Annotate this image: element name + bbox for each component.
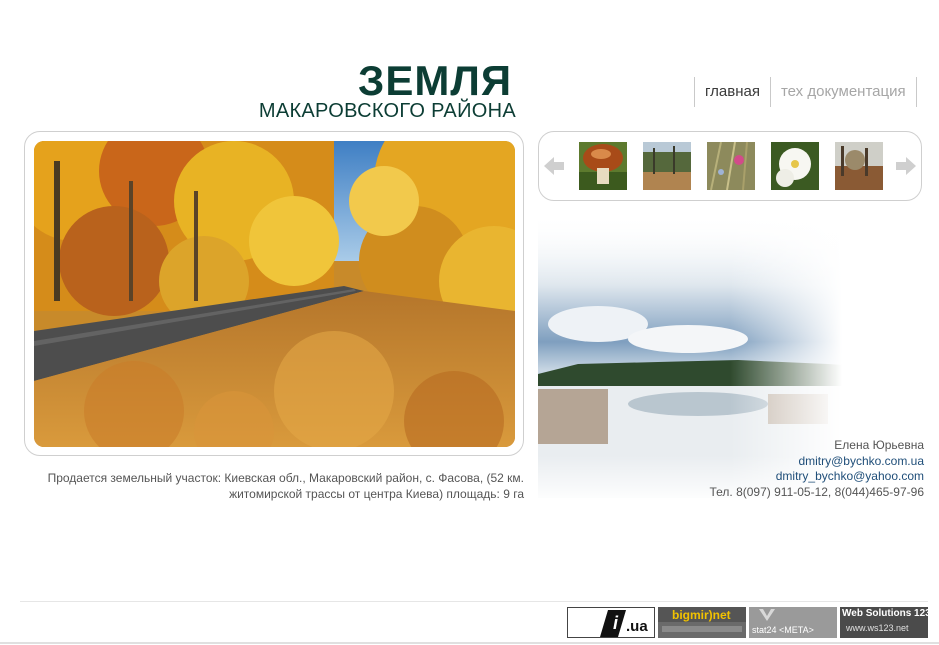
thumbnail-white-flower[interactable]	[771, 142, 819, 190]
thumbnail-mushroom[interactable]	[579, 142, 627, 190]
thumbnail-forest-edge[interactable]	[643, 142, 691, 190]
stat24-meta-counter-badge[interactable]: stat24 <META>	[749, 607, 837, 638]
nav-item-tech-docs[interactable]: тех документация	[771, 78, 916, 106]
thumbnail-autumn-trees[interactable]	[835, 142, 883, 190]
logo-subtitle: МАКАРОВСКОГО РАЙОНА	[258, 100, 516, 122]
contact-phone: Тел. 8(097) 911-05-12, 8(044)465-97-96	[709, 484, 924, 499]
autumn-road-photo	[34, 141, 515, 447]
nav-item-home[interactable]: главная	[695, 78, 770, 106]
contact-info: Елена Юрьевна dmitry@bychko.com.ua dmitr…	[660, 438, 924, 500]
footer-divider	[20, 601, 928, 602]
bottom-divider	[0, 642, 939, 644]
arrow-right-icon[interactable]	[894, 155, 918, 177]
logo-title: ЗЕМЛЯ	[358, 57, 512, 104]
thumbnail-carousel	[538, 131, 922, 201]
ws123-counter-badge[interactable]: Web Solutions 123 www.ws123.net	[840, 607, 928, 638]
arrow-left-icon[interactable]	[542, 155, 566, 177]
property-caption: Продается земельный участок: Киевская об…	[47, 471, 524, 501]
email-link-secondary[interactable]: dmitry_bychko@yahoo.com	[660, 469, 924, 485]
contact-name: Елена Юрьевна	[834, 438, 924, 452]
thumbnail-grass-flowers[interactable]	[707, 142, 755, 190]
main-nav: главная тех документация	[694, 77, 917, 107]
main-photo-frame	[24, 131, 524, 456]
email-link-primary[interactable]: dmitry@bychko.com.ua	[660, 454, 924, 470]
nav-divider	[915, 77, 917, 107]
i-ua-counter-badge[interactable]: i .ua	[567, 607, 655, 638]
bigmir-counter-badge[interactable]: bigmir)net	[658, 607, 746, 638]
site-logo[interactable]: ЗЕМЛЯ МАКАРОВСКОГО РАЙОНА	[246, 57, 516, 123]
